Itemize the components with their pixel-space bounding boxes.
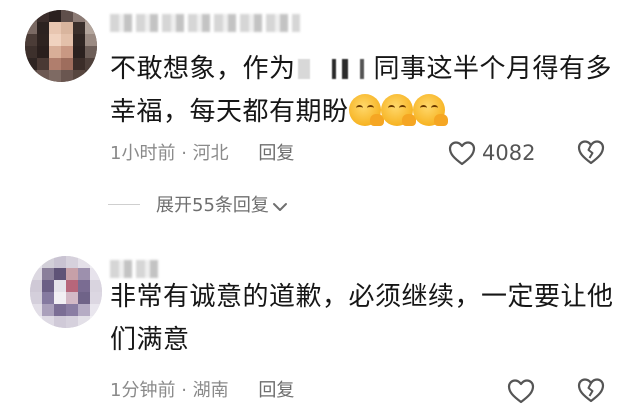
comment-text-part: 非常有诚意的道歉，必须继续，一定要让他 [110,282,614,312]
comment-meta: 1小时前 · 河北 回复 [110,141,294,167]
like-button[interactable] [507,376,535,406]
laughing-crying-emoji [412,94,448,126]
meta-separator: · [181,380,187,401]
broken-heart-icon [577,378,605,403]
comment-text-part: 同事这半个月得有多 [373,54,613,84]
comment-item: 不敢想象，作为 同事这半个月得有多 幸福，每天都有期盼 1小时前 · 河北 回复 … [0,0,640,236]
divider-line [108,204,140,205]
broken-heart-icon [577,140,605,165]
comment-text: 非常有诚意的道歉，必须继续，一定要让他 们满意 [110,276,620,362]
chevron-down-icon [272,203,287,211]
username-blurred[interactable] [110,14,300,32]
reply-button[interactable]: 回复 [258,143,294,164]
avatar[interactable] [30,256,102,328]
comment-time: 1分钟前 [110,380,176,401]
like-button[interactable]: 4082 [448,138,535,168]
dislike-button[interactable] [577,139,605,167]
expand-replies-label: 展开55条回复 [156,195,269,216]
comment-text-part: 幸福，每天都有期盼 [110,97,349,127]
laughing-crying-emoji [380,94,416,126]
comment-meta: 1分钟前 · 湖南 回复 [110,378,294,404]
comment-time: 1小时前 [110,143,176,164]
avatar[interactable] [25,10,97,82]
expand-replies-button[interactable]: 展开55条回复 [108,193,288,219]
dislike-button[interactable] [577,377,605,405]
comment-text: 不敢想象，作为 同事这半个月得有多 幸福，每天都有期盼 [110,48,620,134]
comment-text-part: 不敢想象，作为 [110,54,296,84]
reply-button[interactable]: 回复 [258,380,294,401]
comment-item: 非常有诚意的道歉，必须继续，一定要让他 们满意 1分钟前 · 湖南 回复 [0,236,640,419]
like-count: 4082 [482,141,536,165]
comment-location: 河北 [192,143,229,164]
heart-outline-icon [507,379,535,404]
heart-outline-icon [448,141,476,166]
comment-location: 湖南 [192,380,229,401]
laughing-crying-emoji [348,94,384,126]
censored-text [297,59,372,79]
comment-text-part: 们满意 [110,325,190,355]
meta-separator: · [181,143,187,164]
